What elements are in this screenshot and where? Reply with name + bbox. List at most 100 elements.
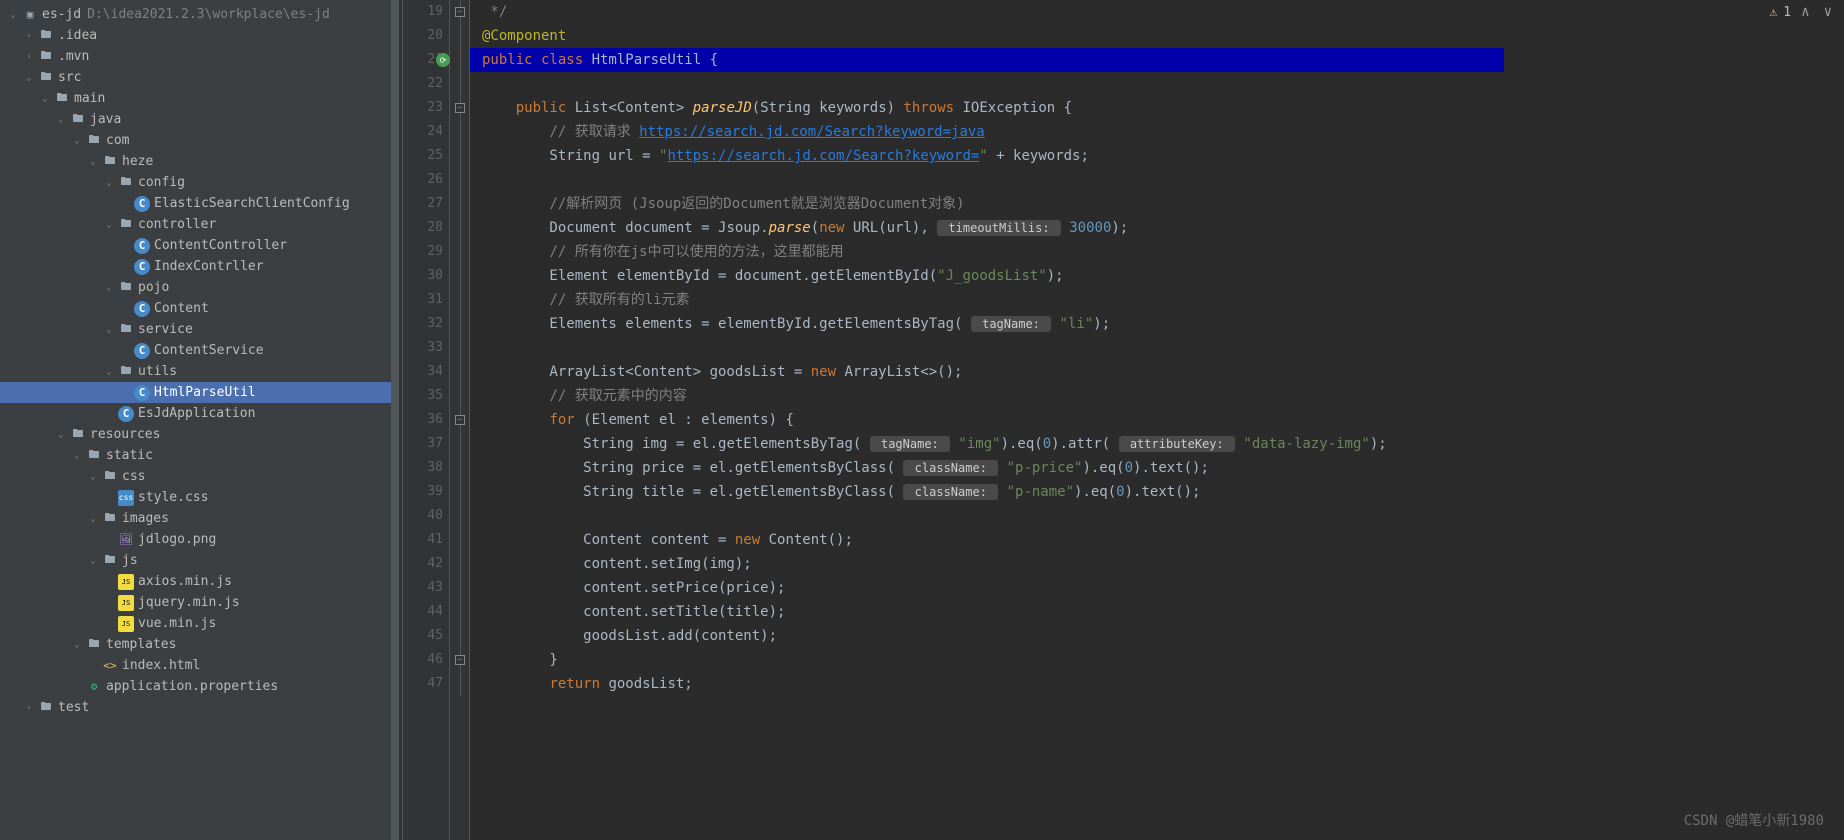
expand-arrow-icon[interactable]: ⌄ <box>54 113 68 127</box>
tree-item[interactable]: JSvue.min.js <box>0 613 399 634</box>
code-line[interactable] <box>470 336 1504 360</box>
tree-item[interactable]: ⌄🖿utils <box>0 361 399 382</box>
expand-arrow-icon[interactable]: ⌄ <box>102 176 116 190</box>
expand-arrow-icon[interactable] <box>102 575 116 589</box>
line-number[interactable]: 46 <box>400 648 443 672</box>
code-line[interactable]: Element elementById = document.getElemen… <box>470 264 1504 288</box>
tree-item[interactable]: CContentController <box>0 235 399 256</box>
line-number[interactable]: 25 <box>400 144 443 168</box>
tree-item[interactable]: ›🖿.idea <box>0 25 399 46</box>
line-number[interactable]: 20 <box>400 24 443 48</box>
tree-item[interactable]: ›🖿.mvn <box>0 46 399 67</box>
next-highlight-button[interactable]: ∨ <box>1820 4 1836 20</box>
code-line[interactable]: //解析网页 (Jsoup返回的Document就是浏览器Document对象) <box>470 192 1504 216</box>
code-line[interactable]: goodsList.add(content); <box>470 624 1504 648</box>
expand-arrow-icon[interactable]: ⌄ <box>70 638 84 652</box>
line-number[interactable]: 28 <box>400 216 443 240</box>
tree-item[interactable]: ⌄🖿images <box>0 508 399 529</box>
expand-arrow-icon[interactable]: ⌄ <box>6 8 20 22</box>
code-line[interactable]: content.setTitle(title); <box>470 600 1504 624</box>
expand-arrow-icon[interactable] <box>102 533 116 547</box>
code-line[interactable] <box>470 168 1504 192</box>
line-number[interactable]: 37 <box>400 432 443 456</box>
code-line[interactable]: } <box>470 648 1504 672</box>
tree-item[interactable]: CContentService <box>0 340 399 361</box>
expand-arrow-icon[interactable]: ⌄ <box>102 281 116 295</box>
code-line[interactable]: String title = el.getElementsByClass( cl… <box>470 480 1504 504</box>
line-number[interactable]: 19 <box>400 0 443 24</box>
code-line[interactable] <box>470 504 1504 528</box>
expand-arrow-icon[interactable] <box>102 596 116 610</box>
line-number[interactable]: 38 <box>400 456 443 480</box>
code-line[interactable]: public List<Content> parseJD(String keyw… <box>470 96 1504 120</box>
fold-toggle-icon[interactable]: − <box>455 103 465 113</box>
line-number[interactable]: 44 <box>400 600 443 624</box>
line-number[interactable]: 34 <box>400 360 443 384</box>
code-line[interactable]: Document document = Jsoup.parse(new URL(… <box>470 216 1504 240</box>
code-line[interactable]: // 获取请求 https://search.jd.com/Search?key… <box>470 120 1504 144</box>
expand-arrow-icon[interactable] <box>102 617 116 631</box>
line-number[interactable]: 33 <box>400 336 443 360</box>
tree-item[interactable]: JSjquery.min.js <box>0 592 399 613</box>
tree-item[interactable]: CHtmlParseUtil <box>0 382 399 403</box>
tree-item[interactable]: ›🖿test <box>0 697 399 718</box>
expand-arrow-icon[interactable] <box>118 302 132 316</box>
code-line[interactable]: // 获取所有的li元素 <box>470 288 1504 312</box>
line-number[interactable]: 45 <box>400 624 443 648</box>
tree-item[interactable]: JSaxios.min.js <box>0 571 399 592</box>
fold-toggle-icon[interactable]: − <box>455 415 465 425</box>
expand-arrow-icon[interactable] <box>70 680 84 694</box>
tree-item[interactable]: ⌄🖿service <box>0 319 399 340</box>
expand-arrow-icon[interactable] <box>86 659 100 673</box>
tree-item[interactable]: ⌄🖿resources <box>0 424 399 445</box>
line-number[interactable]: 23 <box>400 96 443 120</box>
expand-arrow-icon[interactable]: ⌄ <box>102 323 116 337</box>
expand-arrow-icon[interactable]: ⌄ <box>70 449 84 463</box>
expand-arrow-icon[interactable]: ⌄ <box>102 218 116 232</box>
line-number[interactable]: 42 <box>400 552 443 576</box>
code-line[interactable]: @Component <box>470 24 1504 48</box>
code-line[interactable]: // 所有你在js中可以使用的方法，这里都能用 <box>470 240 1504 264</box>
code-line[interactable]: Elements elements = elementById.getEleme… <box>470 312 1504 336</box>
tree-item[interactable]: 🖼jdlogo.png <box>0 529 399 550</box>
expand-arrow-icon[interactable] <box>102 491 116 505</box>
expand-arrow-icon[interactable]: ⌄ <box>86 470 100 484</box>
tree-item[interactable]: cssstyle.css <box>0 487 399 508</box>
tree-item[interactable]: ⌄🖿pojo <box>0 277 399 298</box>
expand-arrow-icon[interactable]: › <box>22 701 36 715</box>
tree-item[interactable]: ⌄🖿heze <box>0 151 399 172</box>
code-line[interactable]: Content content = new Content(); <box>470 528 1504 552</box>
run-gutter-icon[interactable]: ⟳ <box>436 53 450 67</box>
scrollbar[interactable] <box>391 0 399 840</box>
tree-item[interactable]: CElasticSearchClientConfig <box>0 193 399 214</box>
expand-arrow-icon[interactable] <box>118 386 132 400</box>
code-line[interactable]: content.setImg(img); <box>470 552 1504 576</box>
tree-item[interactable]: <>index.html <box>0 655 399 676</box>
tree-item[interactable]: ⌄🖿config <box>0 172 399 193</box>
expand-arrow-icon[interactable] <box>118 344 132 358</box>
fold-toggle-icon[interactable]: − <box>455 655 465 665</box>
expand-arrow-icon[interactable] <box>118 239 132 253</box>
tree-item[interactable]: ⌄🖿templates <box>0 634 399 655</box>
line-number[interactable]: 24 <box>400 120 443 144</box>
expand-arrow-icon[interactable]: ⌄ <box>38 92 52 106</box>
tree-item[interactable]: CEsJdApplication <box>0 403 399 424</box>
expand-arrow-icon[interactable] <box>118 260 132 274</box>
expand-arrow-icon[interactable]: ⌄ <box>70 134 84 148</box>
line-number[interactable]: 22 <box>400 72 443 96</box>
code-line[interactable]: String img = el.getElementsByTag( tagNam… <box>470 432 1504 456</box>
code-line[interactable]: ArrayList<Content> goodsList = new Array… <box>470 360 1504 384</box>
line-number[interactable]: 26 <box>400 168 443 192</box>
expand-arrow-icon[interactable]: ⌄ <box>54 428 68 442</box>
expand-arrow-icon[interactable]: › <box>22 29 36 43</box>
line-number[interactable]: 35 <box>400 384 443 408</box>
line-number[interactable]: 41 <box>400 528 443 552</box>
line-number[interactable]: 31 <box>400 288 443 312</box>
tree-item[interactable]: ⌄🖿com <box>0 130 399 151</box>
tree-item[interactable]: ⌄🖿static <box>0 445 399 466</box>
tree-item[interactable]: ⌄🖿css <box>0 466 399 487</box>
tree-item[interactable]: ⌄🖿main <box>0 88 399 109</box>
expand-arrow-icon[interactable] <box>102 407 116 421</box>
line-number[interactable]: 36 <box>400 408 443 432</box>
code-line[interactable]: // 获取元素中的内容 <box>470 384 1504 408</box>
